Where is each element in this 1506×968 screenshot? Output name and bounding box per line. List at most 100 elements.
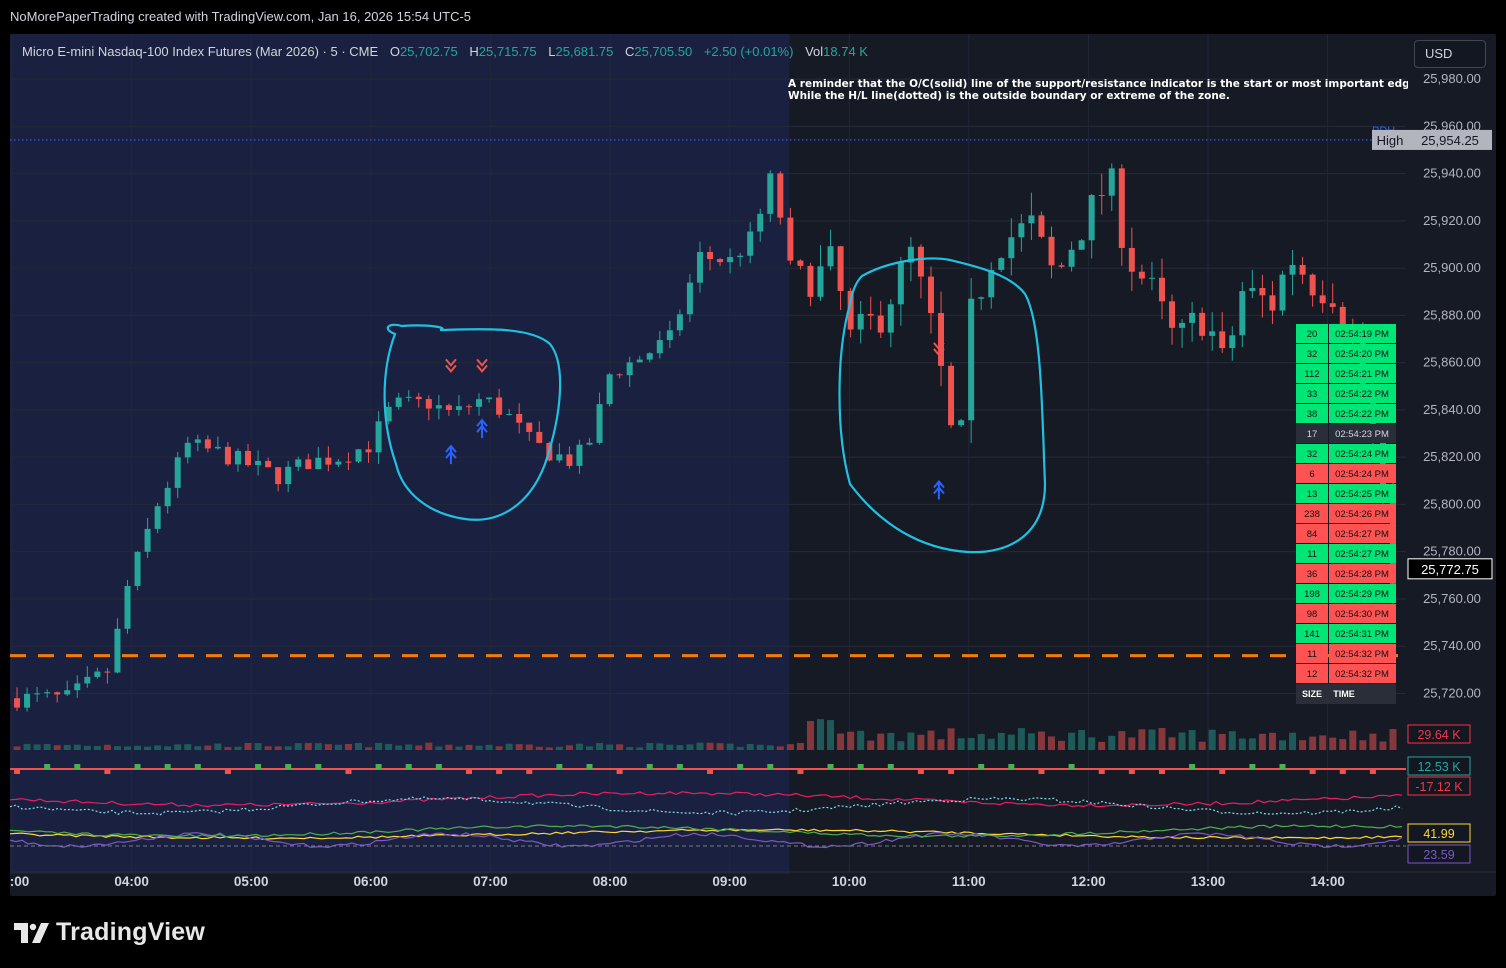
volume-bar bbox=[274, 746, 282, 750]
volume-bar bbox=[83, 745, 91, 750]
candle-body bbox=[224, 446, 231, 465]
tape-time-cell: 02:54:20 PM bbox=[1335, 349, 1389, 360]
symbol-title[interactable]: Micro E-mini Nasdaq-100 Index Futures (M… bbox=[22, 44, 378, 59]
y-axis-tick-label: 25,920.00 bbox=[1423, 213, 1481, 228]
candle-body bbox=[1058, 265, 1065, 267]
x-axis-tick-label: 12:00 bbox=[1071, 874, 1106, 889]
tradingview-logo[interactable]: TradingView bbox=[14, 918, 205, 947]
candle-body bbox=[998, 258, 1005, 270]
tape-time-cell: 02:54:32 PM bbox=[1335, 649, 1389, 660]
y-axis-tick-label: 25,760.00 bbox=[1423, 591, 1481, 606]
candle-body bbox=[94, 671, 101, 677]
high-value: 25,715.75 bbox=[478, 44, 537, 59]
volume-bar bbox=[1268, 732, 1276, 750]
volume-bar bbox=[606, 744, 614, 750]
volume-bar bbox=[827, 720, 835, 750]
currency-button[interactable]: USD bbox=[1414, 40, 1486, 68]
candle-body bbox=[1179, 322, 1186, 328]
volume-bar bbox=[716, 743, 724, 750]
volume-bar bbox=[415, 745, 423, 750]
candle-body bbox=[144, 528, 151, 552]
volume-bar bbox=[1228, 731, 1236, 750]
candle-body bbox=[877, 315, 884, 333]
candle-body bbox=[1118, 168, 1125, 248]
tape-time-cell: 02:54:25 PM bbox=[1335, 489, 1389, 500]
volume-bar bbox=[736, 746, 744, 750]
volume-bar bbox=[435, 746, 443, 750]
candle-body bbox=[526, 422, 533, 432]
volume-bar bbox=[124, 746, 131, 750]
delta-bar bbox=[1189, 764, 1196, 769]
volume-bar bbox=[947, 728, 955, 750]
volume-bar bbox=[1078, 729, 1086, 750]
candle-body bbox=[285, 466, 292, 485]
symbol-legend: Micro E-mini Nasdaq-100 Index Futures (M… bbox=[22, 44, 868, 59]
indicator-value-label: 12.53 K bbox=[1417, 760, 1461, 774]
x-axis-tick-label: 07:00 bbox=[473, 874, 508, 889]
volume-bar bbox=[485, 744, 493, 750]
candle-body bbox=[1128, 247, 1135, 272]
chart-canvas[interactable]: 25,980.0025,960.0025,940.0025,920.0025,9… bbox=[10, 34, 1496, 896]
candle-body bbox=[817, 266, 824, 297]
x-axis-tick-label: 11:00 bbox=[952, 874, 986, 889]
volume-bar bbox=[806, 720, 814, 750]
tape-time-cell: 02:54:28 PM bbox=[1335, 569, 1389, 580]
volume-bar bbox=[1178, 732, 1186, 750]
tape-size-cell: 84 bbox=[1307, 529, 1318, 540]
candle-body bbox=[1189, 312, 1196, 323]
tape-size-cell: 112 bbox=[1304, 369, 1319, 380]
volume-bar bbox=[144, 746, 152, 750]
tape-time-cell: 02:54:21 PM bbox=[1335, 369, 1389, 380]
y-axis-tick-label: 25,860.00 bbox=[1423, 355, 1481, 370]
volume-bar bbox=[897, 741, 905, 750]
volume-bar bbox=[676, 745, 684, 750]
volume-bar bbox=[385, 743, 393, 750]
x-axis-tick-label: 04:00 bbox=[114, 874, 149, 889]
candle-body bbox=[1169, 301, 1176, 328]
volume-bar bbox=[1248, 738, 1256, 750]
candle-body bbox=[1138, 271, 1145, 279]
volume-bar bbox=[455, 746, 463, 750]
candle-body bbox=[335, 461, 342, 465]
tape-header-time: TIME bbox=[1333, 689, 1355, 699]
candle-body bbox=[797, 260, 804, 266]
tape-size-cell: 141 bbox=[1304, 629, 1320, 640]
low-label: L bbox=[548, 44, 556, 59]
delta-bar bbox=[134, 764, 141, 769]
chart-panel[interactable]: 25,980.00 25,960.00 25,940.00 25,920.00 25,9… bbox=[10, 34, 1496, 896]
annotation-text: A reminder that the O/C(solid) line of t… bbox=[788, 78, 1408, 102]
candle-body bbox=[295, 459, 302, 467]
change-value: +2.50 (+0.01%) bbox=[703, 44, 794, 59]
volume-bar bbox=[254, 743, 262, 750]
volume-bar bbox=[355, 743, 362, 750]
volume-bar bbox=[515, 744, 523, 750]
volume-bar bbox=[877, 733, 885, 750]
candle-body bbox=[516, 413, 523, 423]
delta-bar bbox=[285, 764, 292, 769]
volume-bar bbox=[284, 746, 292, 750]
candle-body bbox=[1299, 264, 1306, 275]
candle-body bbox=[897, 262, 904, 305]
candle-body bbox=[34, 693, 41, 695]
delta-bar bbox=[255, 764, 262, 769]
volume-bar bbox=[756, 744, 764, 750]
tape-header-size: SIZE bbox=[1302, 689, 1322, 699]
volume-bar bbox=[314, 743, 322, 750]
volume-bar bbox=[1108, 735, 1116, 750]
volume-bar bbox=[1329, 737, 1337, 750]
candle-body bbox=[968, 298, 975, 421]
close-value: 25,705.50 bbox=[634, 44, 693, 59]
candle-body bbox=[405, 396, 412, 398]
volume-bar bbox=[505, 743, 513, 750]
tape-time-cell: 02:54:26 PM bbox=[1335, 509, 1389, 520]
volume-bar bbox=[1238, 738, 1246, 750]
candle-body bbox=[747, 231, 754, 256]
candle-body bbox=[717, 259, 724, 263]
delta-bar bbox=[676, 764, 683, 769]
candle-body bbox=[536, 431, 543, 443]
volume-bar bbox=[103, 744, 111, 750]
volume-bar bbox=[234, 746, 242, 750]
volume-bar bbox=[726, 743, 734, 750]
chart-credit: NoMorePaperTrading created with TradingV… bbox=[10, 9, 472, 24]
volume-bar bbox=[1208, 729, 1216, 750]
